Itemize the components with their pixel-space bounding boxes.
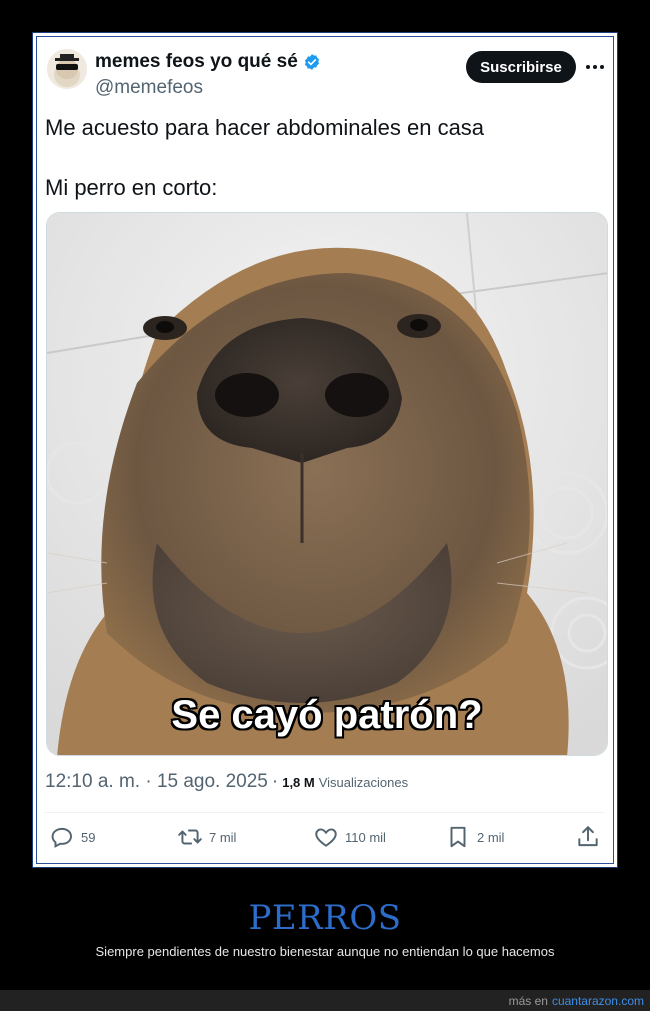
reply-icon [51, 827, 72, 848]
retweet-button[interactable]: 7 mil [177, 822, 236, 852]
footer-subtitle: Siempre pendientes de nuestro bienestar … [95, 944, 555, 959]
like-icon [315, 828, 337, 847]
meta-separator: · [271, 771, 279, 792]
tweet-text-line-2: Mi perro en corto: [45, 175, 218, 200]
verified-icon [304, 54, 319, 70]
retweet-count: 7 mil [209, 829, 237, 845]
source-bar: más en cuantarazon.com [0, 990, 650, 1011]
handle[interactable]: @memefeos [95, 77, 203, 99]
reply-button[interactable]: 59 [49, 822, 95, 852]
share-icon [578, 826, 598, 847]
like-count: 110 mil [345, 829, 386, 845]
share-button[interactable] [575, 822, 601, 852]
reply-count: 59 [81, 829, 96, 845]
tweet-meta: 12:10 a. m. · 15 ago. 2025 · 1,8 M Visua… [45, 771, 408, 793]
dog-photo [47, 213, 607, 755]
image-caption: Se cayó patrón? [171, 693, 483, 737]
footer-title: PERROS [248, 898, 402, 938]
like-button[interactable]: 110 mil [313, 822, 386, 852]
tweet-text-line-1: Me acuesto para hacer abdominales en cas… [45, 115, 485, 140]
bookmark-button[interactable]: 2 mil [445, 822, 504, 852]
tweet-timestamp[interactable]: 12:10 a. m. · 15 ago. 2025 [45, 771, 268, 793]
more-icon[interactable] [586, 59, 608, 75]
source-link[interactable]: cuantarazon.com [552, 994, 644, 1008]
views-label: Visualizaciones [318, 775, 409, 790]
divider [45, 812, 605, 813]
tweet-image[interactable]: Se cayó patrón? [46, 212, 608, 756]
views-count: 1,8 M [282, 775, 315, 790]
retweet-icon [178, 829, 202, 845]
subscribe-button[interactable]: Suscribirse [466, 51, 576, 83]
avatar[interactable] [47, 49, 87, 89]
display-name[interactable]: memes feos yo qué sé [95, 51, 298, 73]
bookmark-count: 2 mil [477, 829, 505, 845]
display-name-row[interactable]: memes feos yo qué sé [95, 51, 321, 73]
tweet-card: memes feos yo qué sé @memefeos Suscribir… [36, 36, 614, 864]
bookmark-icon [450, 826, 466, 848]
source-prefix: más en [508, 993, 548, 1008]
tweet-frame: memes feos yo qué sé @memefeos Suscribir… [32, 32, 618, 868]
